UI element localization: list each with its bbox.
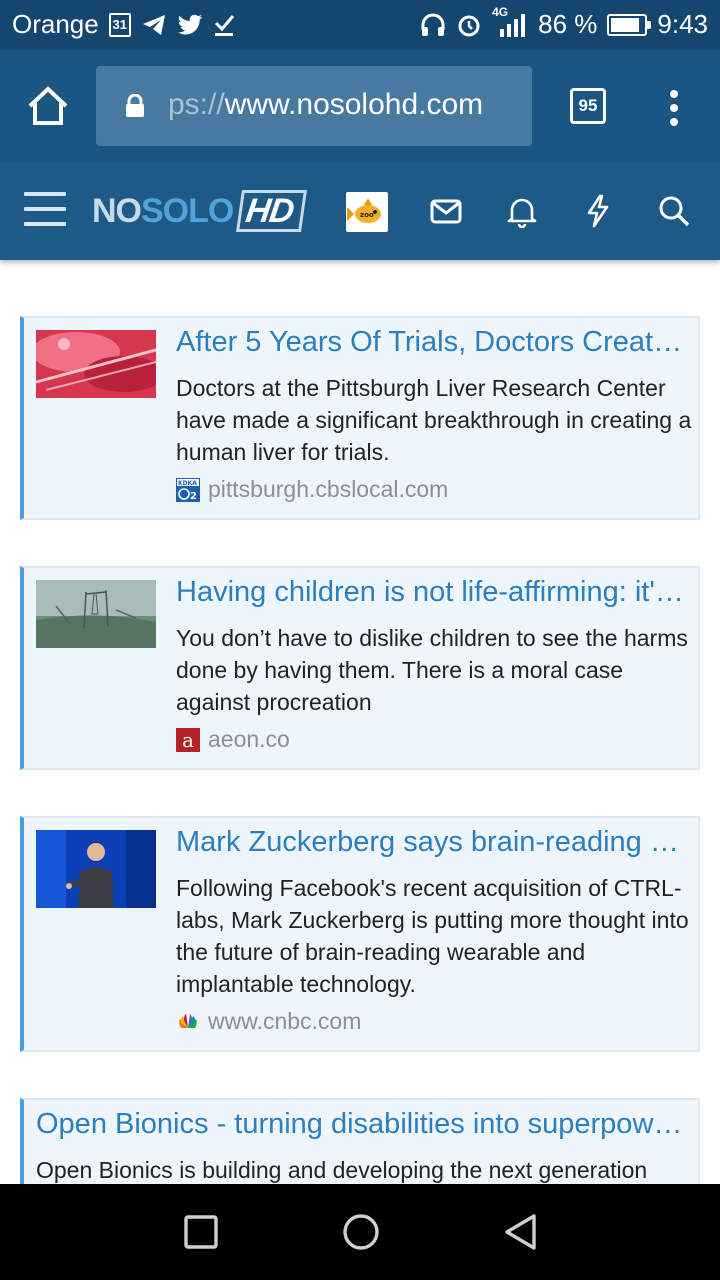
battery-percent: 86 % bbox=[538, 9, 598, 39]
logo-hd: HD bbox=[236, 190, 308, 232]
telegram-icon bbox=[142, 14, 165, 35]
card-description: You don’t have to dislike children to se… bbox=[176, 625, 688, 715]
card-source[interactable]: KDKA 2 pittsburgh.cbslocal.com bbox=[176, 476, 448, 503]
headphones-icon bbox=[421, 13, 445, 36]
logo-no: NO bbox=[92, 191, 142, 230]
card-thumbnail bbox=[36, 330, 156, 398]
calendar-day: 31 bbox=[112, 17, 127, 32]
carrier-name: Orange bbox=[12, 9, 99, 39]
clock: 9:43 bbox=[657, 9, 708, 39]
link-card[interactable]: After 5 Years Of Trials, Doctors Create … bbox=[20, 316, 700, 520]
tab-count: 95 bbox=[578, 96, 598, 115]
battery-icon bbox=[607, 13, 652, 36]
aeon-favicon-letter: a bbox=[182, 727, 194, 752]
user-avatar[interactable]: zoo bbox=[346, 192, 388, 232]
url-text: ps://www.nosolohd.com bbox=[168, 88, 483, 122]
twitter-icon bbox=[177, 14, 202, 35]
search-icon[interactable] bbox=[657, 194, 691, 228]
card-source[interactable]: a aeon.co bbox=[176, 726, 290, 753]
alarm-icon bbox=[458, 15, 480, 36]
home-icon[interactable] bbox=[26, 84, 70, 128]
site-header: NO SOLO HD zoo bbox=[0, 162, 720, 260]
recents-square-icon[interactable] bbox=[181, 1212, 221, 1252]
card-title-link[interactable]: After 5 Years Of Trials, Doctors Create … bbox=[176, 326, 692, 359]
card-title-link[interactable]: Open Bionics - turning disabilities into… bbox=[36, 1108, 684, 1141]
hamburger-menu-icon[interactable] bbox=[24, 192, 66, 228]
messages-icon[interactable] bbox=[429, 194, 463, 228]
card-description: Open Bionics is building and developing … bbox=[36, 1157, 648, 1183]
card-source-domain: aeon.co bbox=[208, 726, 290, 752]
card-description: Doctors at the Pittsburgh Liver Research… bbox=[176, 375, 692, 465]
news-feed: After 5 Years Of Trials, Doctors Create … bbox=[0, 260, 720, 1184]
aeon-favicon-icon: a bbox=[176, 727, 200, 752]
card-source-domain: www.cnbc.com bbox=[208, 1008, 362, 1034]
browser-toolbar: ps://www.nosolohd.com 95 bbox=[0, 50, 720, 162]
tab-switcher-button[interactable]: 95 bbox=[570, 88, 606, 124]
status-bar: Orange 31 4G 86 % 9:43 bbox=[0, 0, 720, 50]
notifications-bell-icon[interactable] bbox=[505, 194, 539, 228]
overflow-menu-icon[interactable] bbox=[664, 88, 684, 128]
address-bar[interactable]: ps://www.nosolohd.com bbox=[96, 66, 532, 146]
card-title-link[interactable]: Mark Zuckerberg says brain-reading weara… bbox=[176, 826, 692, 859]
logo-solo: SOLO bbox=[141, 191, 234, 230]
calendar-icon: 31 bbox=[108, 12, 131, 37]
svg-text:KDKA: KDKA bbox=[178, 480, 197, 487]
card-source[interactable]: www.cnbc.com bbox=[176, 1008, 361, 1035]
home-circle-icon[interactable] bbox=[341, 1212, 381, 1252]
kdka-favicon-icon: KDKA 2 bbox=[176, 477, 200, 502]
site-logo[interactable]: NO SOLO HD bbox=[92, 186, 308, 236]
signal-icon: 4G bbox=[492, 5, 528, 39]
battery-level bbox=[611, 17, 639, 32]
card-title-link[interactable]: Having children is not life-affirming: i… bbox=[176, 576, 692, 609]
nbc-peacock-favicon-icon bbox=[176, 1010, 200, 1034]
link-card[interactable]: Having children is not life-affirming: i… bbox=[20, 566, 700, 770]
svg-text:zoo: zoo bbox=[360, 211, 374, 219]
card-source-domain: pittsburgh.cbslocal.com bbox=[208, 476, 449, 502]
lock-icon bbox=[126, 94, 144, 117]
download-done-icon bbox=[214, 14, 234, 36]
url-host: www.nosolohd.com bbox=[224, 88, 484, 121]
url-scheme: ps:// bbox=[168, 88, 225, 121]
lightning-bolt-icon[interactable] bbox=[581, 194, 615, 228]
card-thumbnail bbox=[36, 580, 156, 648]
card-description: Following Facebook's recent acquisition … bbox=[176, 875, 689, 997]
link-card[interactable]: Open Bionics - turning disabilities into… bbox=[20, 1098, 700, 1184]
avatar-fish-icon: zoo bbox=[347, 198, 381, 223]
svg-text:2: 2 bbox=[190, 491, 197, 502]
card-thumbnail bbox=[36, 830, 156, 908]
system-navigation-bar bbox=[0, 1184, 720, 1280]
link-card[interactable]: Mark Zuckerberg says brain-reading weara… bbox=[20, 816, 700, 1052]
back-triangle-icon[interactable] bbox=[501, 1212, 541, 1252]
